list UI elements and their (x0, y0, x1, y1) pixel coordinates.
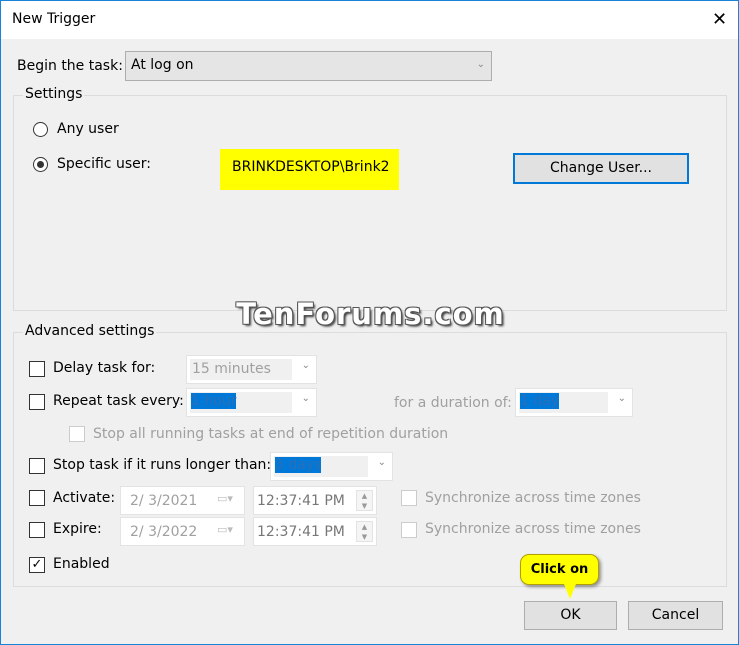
activate-time: 12:37:41 PM (257, 493, 345, 509)
new-trigger-dialog: New Trigger ✕ Begin the task: At log on … (0, 0, 739, 645)
begin-task-label: Begin the task: (17, 58, 123, 74)
settings-label: Settings (23, 86, 85, 102)
expire-date: 2/ 3/2022 (130, 524, 198, 540)
stop-longer-checkbox[interactable] (29, 458, 45, 474)
activate-label: Activate: (53, 490, 116, 506)
window-title: New Trigger (12, 11, 96, 27)
delay-dropdown[interactable]: 15 minutes ⌄ (186, 355, 317, 384)
enabled-label: Enabled (53, 556, 110, 572)
stop-longer-dropdown[interactable]: 3 days ⌄ (270, 452, 393, 481)
begin-task-dropdown[interactable]: At log on ⌄ (125, 51, 492, 81)
user-value: BRINKDESKTOP\Brink2 (232, 159, 390, 175)
specific-user-label: Specific user: (57, 156, 151, 172)
duration-label: for a duration of: (394, 395, 512, 411)
activate-date-picker[interactable]: 2/ 3/2021 ▭▾ (120, 486, 245, 515)
ok-button[interactable]: OK (524, 601, 617, 630)
duration-dropdown[interactable]: 1 day ⌄ (515, 388, 633, 417)
any-user-radio[interactable] (33, 122, 48, 137)
callout-pointer (564, 584, 576, 599)
repeat-checkbox[interactable] (29, 394, 45, 410)
activate-sync-checkbox[interactable] (401, 490, 417, 506)
delay-value: 15 minutes (192, 361, 271, 377)
expire-sync-label: Synchronize across time zones (425, 521, 641, 537)
specific-user-radio[interactable] (33, 157, 48, 172)
chevron-down-icon: ⌄ (476, 59, 485, 70)
activate-sync-label: Synchronize across time zones (425, 490, 641, 506)
expire-date-picker[interactable]: 2/ 3/2022 ▭▾ (120, 517, 245, 546)
stop-longer-value: 3 days (275, 457, 322, 473)
chevron-down-icon: ⌄ (301, 360, 310, 371)
calendar-icon[interactable]: ▭▾ (217, 492, 233, 505)
advanced-settings-label: Advanced settings (23, 323, 157, 339)
expire-checkbox[interactable] (29, 522, 45, 538)
stop-all-label: Stop all running tasks at end of repetit… (93, 426, 449, 442)
chevron-down-icon: ⌄ (377, 457, 386, 468)
settings-group (13, 95, 727, 311)
expire-time: 12:37:41 PM (257, 524, 345, 540)
cancel-button[interactable]: Cancel (628, 601, 723, 630)
stop-longer-label: Stop task if it runs longer than: (53, 457, 272, 473)
expire-label: Expire: (53, 521, 102, 537)
any-user-label: Any user (57, 121, 119, 137)
activate-time-picker[interactable]: 12:37:41 PM ▲ ▼ (253, 486, 377, 515)
stop-all-checkbox[interactable] (69, 426, 85, 442)
expire-sync-checkbox[interactable] (401, 522, 417, 538)
change-user-button[interactable]: Change User... (513, 153, 689, 184)
spinner-icon[interactable]: ▲ ▼ (356, 521, 373, 542)
chevron-down-icon: ⌄ (617, 393, 626, 404)
repeat-label: Repeat task every: (53, 393, 184, 409)
duration-value: 1 day (520, 393, 560, 409)
delay-checkbox[interactable] (29, 361, 45, 377)
calendar-icon[interactable]: ▭▾ (217, 523, 233, 536)
repeat-dropdown[interactable]: 1 hour ⌄ (186, 388, 317, 417)
spinner-icon[interactable]: ▲ ▼ (356, 490, 373, 511)
activate-date: 2/ 3/2021 (130, 493, 198, 509)
expire-time-picker[interactable]: 12:37:41 PM ▲ ▼ (253, 517, 377, 546)
activate-checkbox[interactable] (29, 490, 45, 506)
delay-label: Delay task for: (53, 360, 156, 376)
begin-task-value: At log on (131, 57, 194, 73)
title-bar: New Trigger ✕ (1, 1, 738, 39)
chevron-down-icon: ⌄ (301, 393, 310, 404)
repeat-value: 1 hour (191, 393, 237, 409)
click-callout: Click on (520, 554, 599, 585)
close-icon[interactable]: ✕ (701, 1, 738, 39)
enabled-checkbox[interactable]: ✓ (29, 557, 45, 573)
